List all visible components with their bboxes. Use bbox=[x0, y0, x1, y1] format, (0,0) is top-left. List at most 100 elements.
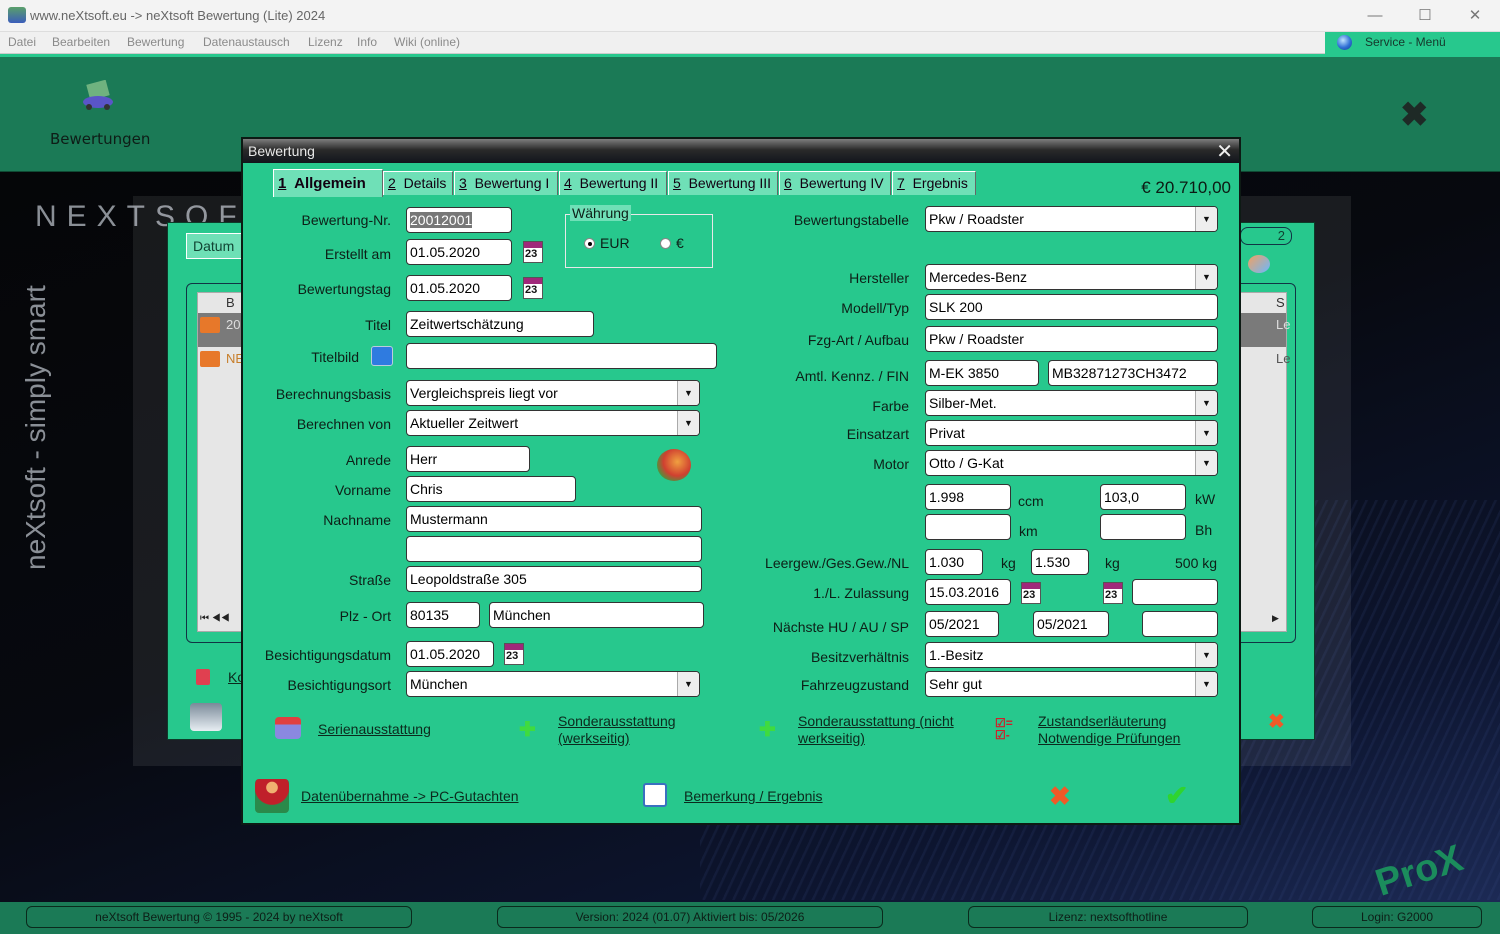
sonderausstattung-nicht-werk-link[interactable]: Sonderausstattung (nicht werkseitig) bbox=[798, 713, 954, 747]
erstzulassung-input[interactable]: 15.03.2016 bbox=[925, 579, 1011, 605]
ok-button[interactable]: ✔ bbox=[1165, 779, 1188, 812]
chevron-down-icon[interactable]: ▼ bbox=[1195, 643, 1217, 667]
tab-bewertung-1[interactable]: 3 Bewertung I bbox=[454, 171, 558, 195]
chevron-down-icon[interactable]: ▼ bbox=[1195, 451, 1217, 475]
maximize-button[interactable]: ☐ bbox=[1410, 6, 1440, 26]
datenuebernahme-link[interactable]: Datenübernahme -> PC-Gutachten bbox=[301, 788, 519, 805]
cancel-button[interactable]: ✖ bbox=[1049, 781, 1071, 812]
zustandserlaeuterung-link[interactable]: Zustandserläuterung Notwendige Prüfungen bbox=[1038, 713, 1180, 747]
strasse-input[interactable]: Leopoldstraße 305 bbox=[406, 566, 702, 592]
nachname-input[interactable]: Mustermann bbox=[406, 506, 702, 532]
calendar-icon[interactable]: 23 bbox=[504, 643, 524, 665]
calendar-icon[interactable]: 23 bbox=[523, 241, 543, 263]
radio-euro-sign[interactable] bbox=[660, 238, 671, 249]
service-menu-button[interactable]: Service - Menü bbox=[1325, 32, 1500, 54]
bewertungstag-input[interactable]: 01.05.2020 bbox=[406, 275, 512, 301]
menu-bewertung[interactable]: Bewertung bbox=[127, 35, 184, 49]
menu-datei[interactable]: Datei bbox=[8, 35, 36, 49]
unit-ccm: ccm bbox=[1018, 493, 1044, 509]
sp-input[interactable] bbox=[1142, 611, 1218, 637]
menu-wiki[interactable]: Wiki (online) bbox=[394, 35, 460, 49]
besichtigungsort-select[interactable]: München ▼ bbox=[406, 671, 700, 697]
erstellt-am-input[interactable]: 01.05.2020 bbox=[406, 239, 512, 265]
kw-input[interactable]: 103,0 bbox=[1100, 484, 1186, 510]
list-item[interactable]: 20 bbox=[226, 317, 240, 332]
column-header[interactable]: B bbox=[226, 295, 235, 310]
calendar-icon[interactable]: 23 bbox=[1021, 582, 1041, 604]
letzte-zulassung-input[interactable] bbox=[1132, 579, 1218, 605]
folder-open-icon[interactable] bbox=[371, 346, 393, 366]
house-car-icon[interactable] bbox=[657, 449, 691, 481]
ort-input[interactable]: München bbox=[489, 602, 704, 628]
calendar-icon[interactable]: 23 bbox=[523, 277, 543, 299]
hersteller-select[interactable]: Mercedes-Benz ▼ bbox=[925, 264, 1218, 290]
nav-first-prev-buttons[interactable]: ⏮ ◀◀ bbox=[200, 613, 236, 629]
modell-input[interactable]: SLK 200 bbox=[925, 294, 1218, 320]
zusatz-input[interactable] bbox=[406, 536, 702, 562]
chevron-down-icon[interactable]: ▼ bbox=[1195, 421, 1217, 445]
radio-eur[interactable] bbox=[584, 238, 595, 249]
km-input[interactable] bbox=[925, 514, 1011, 540]
einsatzart-select[interactable]: Privat ▼ bbox=[925, 420, 1218, 446]
hu-input[interactable]: 05/2021 bbox=[925, 611, 999, 637]
berechnungsbasis-select[interactable]: Vergleichspreis liegt vor ▼ bbox=[406, 380, 700, 406]
tab-bewertung-2[interactable]: 4 Bewertung II bbox=[559, 171, 667, 195]
nav-next-button[interactable]: ▶ bbox=[1272, 613, 1286, 629]
bewertung-nr-input[interactable]: 20012001 bbox=[406, 207, 512, 233]
au-input[interactable]: 05/2021 bbox=[1033, 611, 1109, 637]
bewertungstabelle-select[interactable]: Pkw / Roadster ▼ bbox=[925, 206, 1218, 232]
close-window-button[interactable]: ✕ bbox=[1460, 6, 1490, 26]
gesamtgewicht-input[interactable]: 1.530 bbox=[1031, 549, 1089, 575]
column-header[interactable]: S bbox=[1276, 295, 1285, 310]
menu-info[interactable]: Info bbox=[357, 35, 377, 49]
ccm-input[interactable]: 1.998 bbox=[925, 484, 1011, 510]
tab-allgemein[interactable]: 1 Allgemein bbox=[273, 169, 383, 197]
close-icon[interactable]: ✖ bbox=[1400, 98, 1429, 132]
printer-icon[interactable] bbox=[190, 703, 222, 731]
fin-input[interactable]: MB32871273CH3472 bbox=[1048, 360, 1218, 386]
titelbild-input[interactable] bbox=[406, 343, 717, 369]
bewertungen-button[interactable]: Bewertungen bbox=[50, 130, 150, 148]
tab-ergebnis[interactable]: 7 Ergebnis bbox=[892, 171, 976, 195]
tab-details[interactable]: 2 Details bbox=[383, 171, 453, 195]
cancel-icon[interactable]: ✖ bbox=[1268, 709, 1285, 734]
dialog-close-button[interactable]: ✕ bbox=[1216, 139, 1233, 164]
berechnen-von-select[interactable]: Aktueller Zeitwert ▼ bbox=[406, 410, 700, 436]
chevron-down-icon[interactable]: ▼ bbox=[1195, 672, 1217, 696]
kennzeichen-input[interactable]: M-EK 3850 bbox=[925, 360, 1039, 386]
label-motor: Motor bbox=[873, 456, 909, 472]
vorname-input[interactable]: Chris bbox=[406, 476, 576, 502]
bemerkung-ergebnis-link[interactable]: Bemerkung / Ergebnis bbox=[684, 788, 823, 805]
bh-input[interactable] bbox=[1100, 514, 1186, 540]
menu-datenaustausch[interactable]: Datenaustausch bbox=[203, 35, 290, 49]
minimize-button[interactable]: — bbox=[1360, 6, 1390, 26]
tab-bewertung-3[interactable]: 5 Bewertung III bbox=[668, 171, 778, 195]
serienausstattung-link[interactable]: Serienausstattung bbox=[318, 721, 431, 738]
chevron-down-icon[interactable]: ▼ bbox=[1195, 265, 1217, 289]
menu-lizenz[interactable]: Lizenz bbox=[308, 35, 343, 49]
fzg-art-input[interactable]: Pkw / Roadster bbox=[925, 326, 1218, 352]
tab-label: Ergebnis bbox=[912, 175, 968, 191]
motor-select[interactable]: Otto / G-Kat ▼ bbox=[925, 450, 1218, 476]
besichtigungsdatum-input[interactable]: 01.05.2020 bbox=[406, 641, 494, 667]
menu-bearbeiten[interactable]: Bearbeiten bbox=[52, 35, 110, 49]
tab-datum[interactable]: Datum bbox=[186, 233, 246, 259]
leergewicht-input[interactable]: 1.030 bbox=[925, 549, 983, 575]
chevron-down-icon[interactable]: ▼ bbox=[1195, 207, 1217, 231]
zustand-select[interactable]: Sehr gut ▼ bbox=[925, 671, 1218, 697]
titel-input[interactable]: Zeitwertschätzung bbox=[406, 311, 594, 337]
total-price: € 20.710,00 bbox=[1141, 178, 1231, 197]
chevron-down-icon[interactable]: ▼ bbox=[677, 411, 699, 435]
anrede-input[interactable]: Herr bbox=[406, 446, 530, 472]
tab-bewertung-4[interactable]: 6 Bewertung IV bbox=[779, 171, 891, 195]
calendar-icon[interactable]: 23 bbox=[1103, 582, 1123, 604]
besitz-select[interactable]: 1.-Besitz ▼ bbox=[925, 642, 1218, 668]
sonderausstattung-werk-link[interactable]: Sonderausstattung (werkseitig) bbox=[558, 713, 676, 747]
car-money-icon[interactable] bbox=[80, 79, 116, 112]
plz-input[interactable]: 80135 bbox=[406, 602, 480, 628]
farbe-select[interactable]: Silber-Met. ▼ bbox=[925, 390, 1218, 416]
chevron-down-icon[interactable]: ▼ bbox=[677, 672, 699, 696]
chevron-down-icon[interactable]: ▼ bbox=[677, 381, 699, 405]
chevron-down-icon[interactable]: ▼ bbox=[1195, 391, 1217, 415]
search-icon[interactable] bbox=[1248, 255, 1270, 273]
